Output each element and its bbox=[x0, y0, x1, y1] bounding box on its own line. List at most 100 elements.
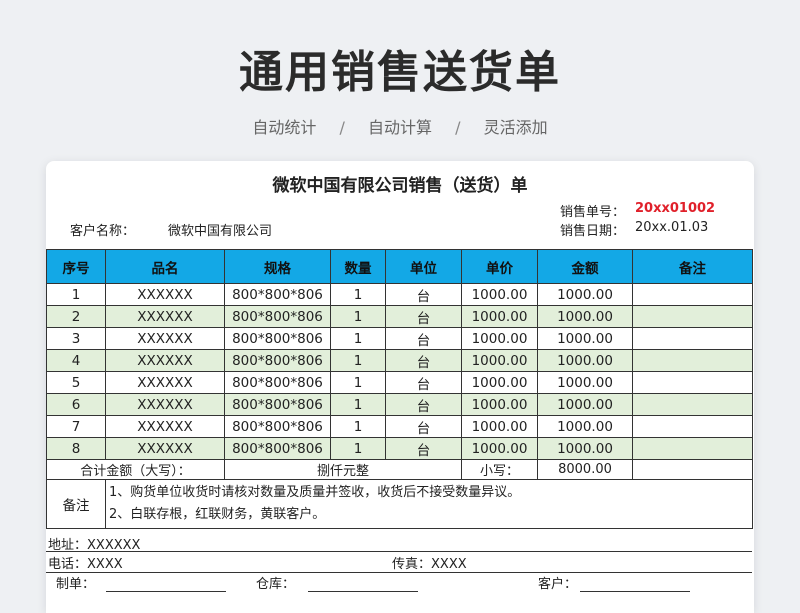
total-row: 合计金额（大写）： 捌仟元整 小写： 8000.00 bbox=[46, 459, 753, 480]
col-header-name: 品名 bbox=[105, 249, 225, 284]
table-row: 5 XXXXXX 800*800*806 1 台 1000.00 1000.00 bbox=[46, 371, 753, 394]
cell-qty[interactable]: 1 bbox=[330, 327, 386, 350]
date-value[interactable]: 20xx.01.03 bbox=[635, 220, 708, 235]
cell-spec[interactable]: 800*800*806 bbox=[224, 415, 331, 438]
table-row: 3 XXXXXX 800*800*806 1 台 1000.00 1000.00 bbox=[46, 327, 753, 350]
cell-qty[interactable]: 1 bbox=[330, 305, 386, 328]
fax-row: 传真：XXXX bbox=[392, 553, 467, 572]
cell-unit[interactable]: 台 bbox=[385, 393, 462, 416]
cell-unit[interactable]: 台 bbox=[385, 305, 462, 328]
order-no-value[interactable]: 20xx01002 bbox=[635, 201, 715, 216]
cell-remark[interactable] bbox=[632, 305, 753, 328]
cell-index[interactable]: 8 bbox=[46, 437, 106, 460]
cell-name[interactable]: XXXXXX bbox=[105, 415, 225, 438]
customer-value[interactable]: 微软中国有限公司 bbox=[168, 220, 272, 239]
cell-remark[interactable] bbox=[632, 327, 753, 350]
cell-amount[interactable]: 1000.00 bbox=[537, 327, 633, 350]
cell-qty[interactable]: 1 bbox=[330, 415, 386, 438]
cell-remark[interactable] bbox=[632, 371, 753, 394]
cell-spec[interactable]: 800*800*806 bbox=[224, 393, 331, 416]
divider bbox=[46, 551, 752, 552]
cell-index[interactable]: 5 bbox=[46, 371, 106, 394]
fax-value[interactable]: XXXX bbox=[431, 557, 467, 572]
cell-remark[interactable] bbox=[632, 393, 753, 416]
notes-row: 备注 1、购货单位收货时请核对数量及质量并签收，收货后不接受数量异议。 2、白联… bbox=[46, 479, 753, 529]
cell-amount[interactable]: 1000.00 bbox=[537, 371, 633, 394]
cell-name[interactable]: XXXXXX bbox=[105, 349, 225, 372]
maker-signature-line[interactable] bbox=[106, 591, 226, 592]
cell-spec[interactable]: 800*800*806 bbox=[224, 437, 331, 460]
cell-name[interactable]: XXXXXX bbox=[105, 393, 225, 416]
table-row: 8 XXXXXX 800*800*806 1 台 1000.00 1000.00 bbox=[46, 437, 753, 460]
total-small-label: 小写： bbox=[461, 459, 538, 480]
total-small-value[interactable]: 8000.00 bbox=[537, 459, 633, 480]
cell-name[interactable]: XXXXXX bbox=[105, 437, 225, 460]
cell-spec[interactable]: 800*800*806 bbox=[224, 305, 331, 328]
cell-spec[interactable]: 800*800*806 bbox=[224, 283, 331, 306]
cell-unit[interactable]: 台 bbox=[385, 371, 462, 394]
cell-index[interactable]: 6 bbox=[46, 393, 106, 416]
warehouse-signature-line[interactable] bbox=[308, 591, 418, 592]
cell-qty[interactable]: 1 bbox=[330, 349, 386, 372]
cell-price[interactable]: 1000.00 bbox=[461, 349, 538, 372]
cell-name[interactable]: XXXXXX bbox=[105, 305, 225, 328]
date-label: 销售日期： bbox=[560, 224, 626, 239]
cell-remark[interactable] bbox=[632, 349, 753, 372]
table-row: 7 XXXXXX 800*800*806 1 台 1000.00 1000.00 bbox=[46, 415, 753, 438]
cell-spec[interactable]: 800*800*806 bbox=[224, 349, 331, 372]
cell-spec[interactable]: 800*800*806 bbox=[224, 327, 331, 350]
phone-value[interactable]: XXXX bbox=[87, 557, 123, 572]
cell-amount[interactable]: 1000.00 bbox=[537, 349, 633, 372]
cell-qty[interactable]: 1 bbox=[330, 437, 386, 460]
cell-index[interactable]: 1 bbox=[46, 283, 106, 306]
phone-label: 电话： bbox=[48, 557, 88, 572]
cell-index[interactable]: 4 bbox=[46, 349, 106, 372]
separator: / bbox=[339, 118, 345, 137]
document-title: 微软中国有限公司销售（送货）单 bbox=[272, 176, 528, 196]
cell-remark[interactable] bbox=[632, 437, 753, 460]
cell-price[interactable]: 1000.00 bbox=[461, 283, 538, 306]
cell-qty[interactable]: 1 bbox=[330, 393, 386, 416]
cell-unit[interactable]: 台 bbox=[385, 283, 462, 306]
total-remark-cell[interactable] bbox=[632, 459, 753, 480]
cell-amount[interactable]: 1000.00 bbox=[537, 437, 633, 460]
customer-label: 客户名称： bbox=[70, 224, 136, 239]
col-header-amount: 金额 bbox=[537, 249, 633, 284]
cell-name[interactable]: XXXXXX bbox=[105, 327, 225, 350]
cell-unit[interactable]: 台 bbox=[385, 349, 462, 372]
cell-amount[interactable]: 1000.00 bbox=[537, 283, 633, 306]
cell-unit[interactable]: 台 bbox=[385, 327, 462, 350]
cell-price[interactable]: 1000.00 bbox=[461, 305, 538, 328]
cell-name[interactable]: XXXXXX bbox=[105, 283, 225, 306]
address-value[interactable]: XXXXXX bbox=[87, 538, 140, 553]
cell-price[interactable]: 1000.00 bbox=[461, 415, 538, 438]
cell-amount[interactable]: 1000.00 bbox=[537, 393, 633, 416]
cell-price[interactable]: 1000.00 bbox=[461, 393, 538, 416]
cell-name[interactable]: XXXXXX bbox=[105, 371, 225, 394]
col-header-unit: 单位 bbox=[385, 249, 462, 284]
cell-price[interactable]: 1000.00 bbox=[461, 327, 538, 350]
cell-remark[interactable] bbox=[632, 283, 753, 306]
cell-qty[interactable]: 1 bbox=[330, 371, 386, 394]
cell-index[interactable]: 3 bbox=[46, 327, 106, 350]
cell-unit[interactable]: 台 bbox=[385, 415, 462, 438]
cell-unit[interactable]: 台 bbox=[385, 437, 462, 460]
cell-spec[interactable]: 800*800*806 bbox=[224, 371, 331, 394]
cell-index[interactable]: 2 bbox=[46, 305, 106, 328]
cell-amount[interactable]: 1000.00 bbox=[537, 305, 633, 328]
address-row: 地址：XXXXXX bbox=[48, 534, 140, 553]
feature-flexible-add: 灵活添加 bbox=[483, 118, 548, 137]
customer-signature-line[interactable] bbox=[580, 591, 690, 592]
cell-price[interactable]: 1000.00 bbox=[461, 371, 538, 394]
note-line-1: 1、购货单位收货时请核对数量及质量并签收，收货后不接受数量异议。 bbox=[109, 485, 521, 500]
cell-remark[interactable] bbox=[632, 415, 753, 438]
separator: / bbox=[455, 118, 461, 137]
note-line-2: 2、白联存根，红联财务，黄联客户。 bbox=[109, 507, 326, 522]
total-amount-words[interactable]: 捌仟元整 bbox=[224, 459, 462, 480]
col-header-remark: 备注 bbox=[632, 249, 753, 284]
table-header-row: 序号 品名 规格 数量 单位 单价 金额 备注 bbox=[46, 249, 753, 284]
cell-index[interactable]: 7 bbox=[46, 415, 106, 438]
cell-amount[interactable]: 1000.00 bbox=[537, 415, 633, 438]
cell-qty[interactable]: 1 bbox=[330, 283, 386, 306]
cell-price[interactable]: 1000.00 bbox=[461, 437, 538, 460]
